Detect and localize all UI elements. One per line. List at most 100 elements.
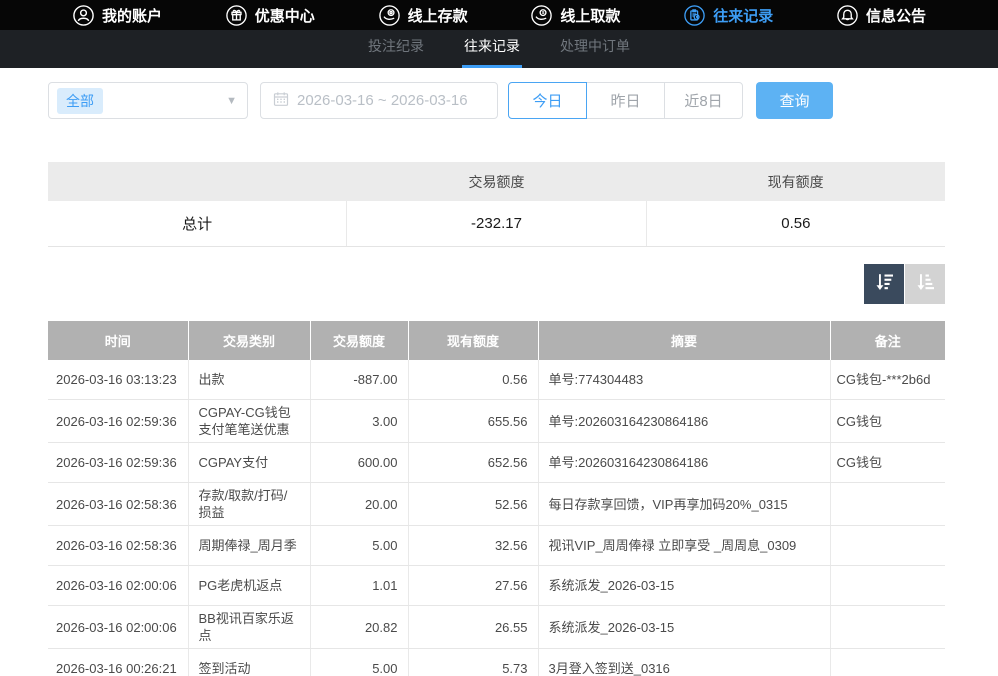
sort-descending-icon — [871, 269, 897, 298]
col-header-time: 时间 — [48, 321, 188, 360]
cell-transaction-type: PG老虎机返点 — [188, 566, 310, 606]
col-header-remark: 备注 — [830, 321, 945, 360]
deposit-hand-coin-icon — [378, 4, 401, 27]
cell-current-balance: 32.56 — [408, 526, 538, 566]
cell-summary: 单号:202603164230864186 — [538, 443, 830, 483]
cell-transaction-type: 周期俸禄_周月季 — [188, 526, 310, 566]
col-header-summary: 摘要 — [538, 321, 830, 360]
today-button[interactable]: 今日 — [508, 82, 587, 119]
nav-item-promo-center[interactable]: 优惠中心 — [225, 4, 315, 27]
cell-current-balance: 5.73 — [408, 649, 538, 676]
cell-transaction-type: CGPAY-CG钱包支付笔笔送优惠 — [188, 400, 310, 443]
summary-total-row: 总计 -232.17 0.56 — [48, 201, 945, 246]
nav-label: 往来记录 — [713, 5, 773, 26]
nav-item-online-deposit[interactable]: 线上存款 — [378, 4, 468, 27]
cell-transaction-amount: 20.82 — [310, 606, 408, 649]
cell-summary: 每日存款享回馈，VIP再享加码20%_0315 — [538, 483, 830, 526]
summary-total-label: 总计 — [48, 201, 347, 246]
tab-processing-orders[interactable]: 处理中订单 — [558, 36, 632, 68]
table-row: 2026-03-16 03:13:23出款-887.000.56单号:77430… — [48, 360, 945, 400]
cell-summary: 系统派发_2026-03-15 — [538, 606, 830, 649]
tab-betting-records[interactable]: 投注纪录 — [366, 36, 426, 68]
cell-time: 2026-03-16 00:26:21 — [48, 649, 188, 676]
cell-transaction-amount: 600.00 — [310, 443, 408, 483]
summary-balance-total: 0.56 — [646, 201, 945, 246]
cell-time: 2026-03-16 02:58:36 — [48, 483, 188, 526]
bell-icon — [836, 4, 859, 27]
cell-time: 2026-03-16 02:58:36 — [48, 526, 188, 566]
cell-current-balance: 0.56 — [408, 360, 538, 400]
nav-label: 我的账户 — [102, 5, 162, 26]
summary-header-current-balance: 现有额度 — [646, 162, 945, 201]
cell-current-balance: 27.56 — [408, 566, 538, 606]
table-row: 2026-03-16 02:58:36周期俸禄_周月季5.0032.56视讯VI… — [48, 526, 945, 566]
sort-ascending-button[interactable] — [905, 264, 945, 304]
nav-item-announcements[interactable]: 信息公告 — [836, 4, 926, 27]
cell-transaction-type: CGPAY支付 — [188, 443, 310, 483]
svg-text:$: $ — [542, 10, 545, 16]
col-header-transaction-type: 交易类别 — [188, 321, 310, 360]
gift-icon — [225, 4, 248, 27]
cell-remark: CG钱包-***2b6d — [830, 360, 945, 400]
cell-transaction-type: 签到活动 — [188, 649, 310, 676]
cell-remark: CG钱包 — [830, 400, 945, 443]
nav-item-transaction-records[interactable]: 往来记录 — [683, 4, 773, 27]
filter-bar: 全部 ▼ 2026-03-16 ~ 2026-03-16 今日 昨日 近8日 查… — [48, 82, 945, 119]
summary-transaction-total: -232.17 — [347, 201, 647, 246]
cell-time: 2026-03-16 02:59:36 — [48, 400, 188, 443]
sort-descending-button[interactable] — [864, 264, 904, 304]
records-clipboard-clock-icon — [683, 4, 706, 27]
query-button[interactable]: 查询 — [756, 82, 833, 119]
cell-remark — [830, 483, 945, 526]
cell-remark: CG钱包 — [830, 443, 945, 483]
yesterday-button[interactable]: 昨日 — [586, 82, 665, 119]
cell-transaction-type: BB视讯百家乐返点 — [188, 606, 310, 649]
cell-remark — [830, 566, 945, 606]
cell-remark — [830, 606, 945, 649]
type-filter-selected-chip: 全部 — [57, 88, 103, 114]
cell-transaction-amount: 5.00 — [310, 526, 408, 566]
transactions-tbody: 2026-03-16 03:13:23出款-887.000.56单号:77430… — [48, 360, 945, 676]
table-row: 2026-03-16 02:00:06BB视讯百家乐返点20.8226.55系统… — [48, 606, 945, 649]
cell-transaction-amount: 5.00 — [310, 649, 408, 676]
type-filter-dropdown[interactable]: 全部 ▼ — [48, 82, 248, 119]
sort-ascending-icon — [912, 269, 938, 298]
cell-time: 2026-03-16 02:00:06 — [48, 566, 188, 606]
table-row: 2026-03-16 02:58:36存款/取款/打码/损益20.0052.56… — [48, 483, 945, 526]
summary-header-transaction-amount: 交易额度 — [347, 162, 647, 201]
nav-label: 优惠中心 — [255, 5, 315, 26]
cell-current-balance: 652.56 — [408, 443, 538, 483]
calendar-icon — [273, 91, 289, 111]
cell-current-balance: 26.55 — [408, 606, 538, 649]
summary-header-empty — [48, 162, 347, 201]
cell-summary: 单号:202603164230864186 — [538, 400, 830, 443]
transactions-table: 时间 交易类别 交易额度 现有额度 摘要 备注 2026-03-16 03:13… — [48, 321, 945, 676]
nav-label: 线上取款 — [560, 5, 620, 26]
tab-transaction-records[interactable]: 往来记录 — [462, 36, 522, 68]
cell-remark — [830, 526, 945, 566]
date-range-value: 2026-03-16 ~ 2026-03-16 — [297, 92, 468, 109]
table-row: 2026-03-16 02:59:36CGPAY支付600.00652.56单号… — [48, 443, 945, 483]
table-row: 2026-03-16 02:00:06PG老虎机返点1.0127.56系统派发_… — [48, 566, 945, 606]
cell-transaction-type: 存款/取款/打码/损益 — [188, 483, 310, 526]
col-header-current-balance: 现有额度 — [408, 321, 538, 360]
summary-table: 交易额度 现有额度 总计 -232.17 0.56 — [48, 162, 945, 247]
cell-transaction-amount: 1.01 — [310, 566, 408, 606]
table-row: 2026-03-16 00:26:21签到活动5.005.733月登入签到送_0… — [48, 649, 945, 676]
cell-time: 2026-03-16 03:13:23 — [48, 360, 188, 400]
nav-item-my-account[interactable]: 我的账户 — [72, 4, 162, 27]
last-8-days-button[interactable]: 近8日 — [664, 82, 743, 119]
nav-item-online-withdrawal[interactable]: $ 线上取款 — [530, 4, 620, 27]
sort-toolbar — [48, 264, 945, 304]
chevron-down-icon: ▼ — [226, 95, 237, 107]
nav-label: 线上存款 — [408, 5, 468, 26]
cell-transaction-type: 出款 — [188, 360, 310, 400]
cell-current-balance: 655.56 — [408, 400, 538, 443]
quick-range-group: 今日 昨日 近8日 — [508, 82, 743, 119]
cell-summary: 视讯VIP_周周俸禄 立即享受 _周周息_0309 — [538, 526, 830, 566]
date-range-picker[interactable]: 2026-03-16 ~ 2026-03-16 — [260, 82, 498, 119]
cell-current-balance: 52.56 — [408, 483, 538, 526]
top-navigation: 我的账户 优惠中心 线上存款 $ 线上取款 往来记录 信息公告 — [0, 0, 998, 30]
table-row: 2026-03-16 02:59:36CGPAY-CG钱包支付笔笔送优惠3.00… — [48, 400, 945, 443]
nav-label: 信息公告 — [866, 5, 926, 26]
